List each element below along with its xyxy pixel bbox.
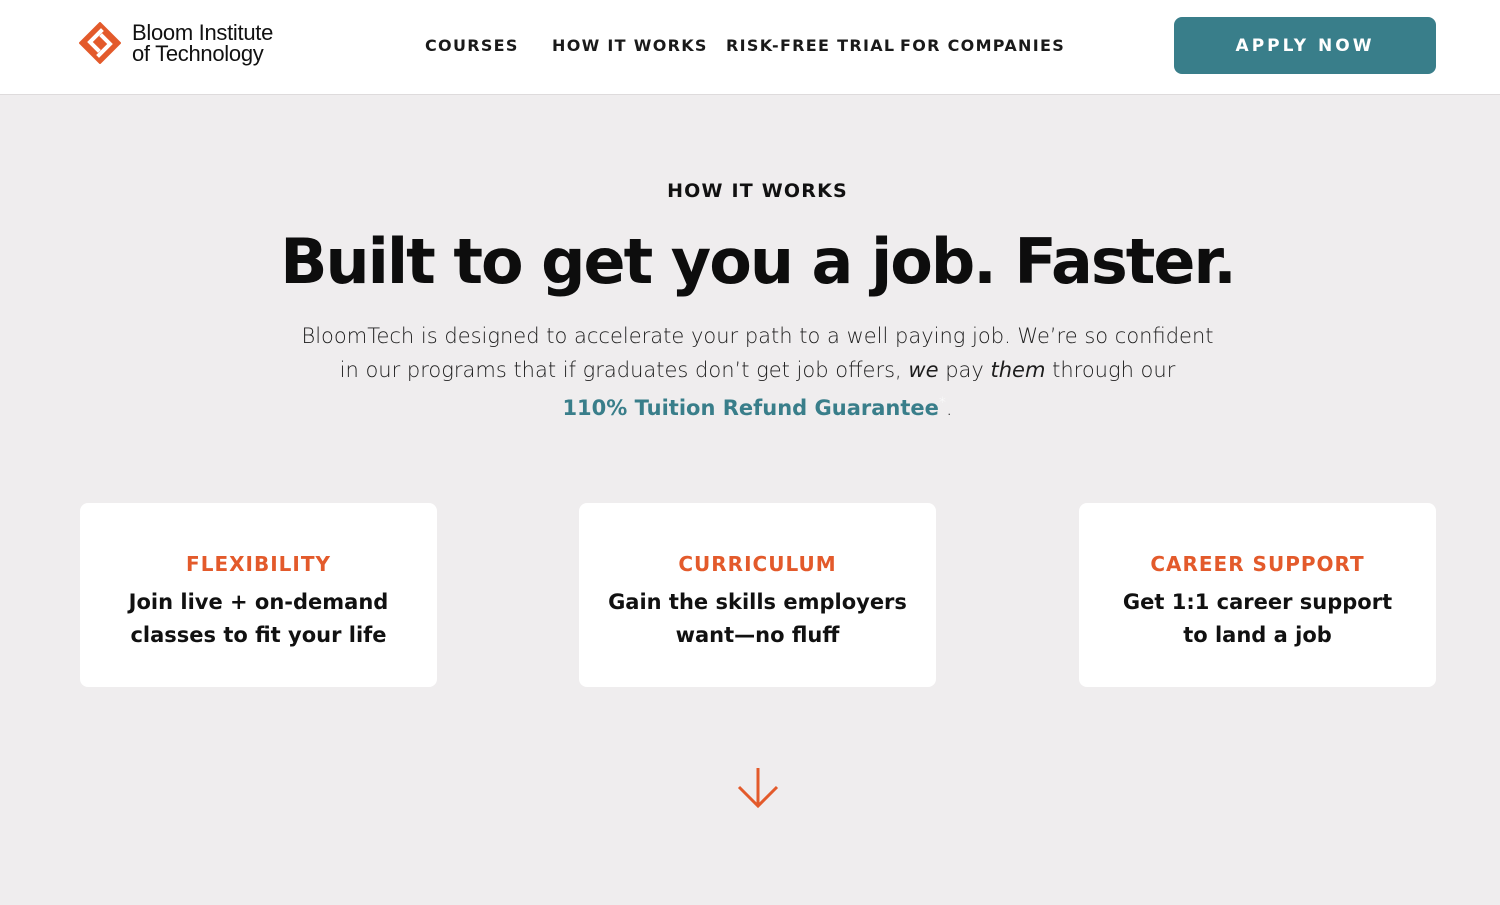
nav-for-companies[interactable]: FOR COMPANIES [900, 36, 1065, 55]
apply-now-button[interactable]: APPLY NOW [1174, 17, 1436, 74]
intro-them: them [990, 357, 1046, 382]
intro-text-2: through our [1045, 357, 1176, 382]
logo-line-1: Bloom Institute [132, 20, 274, 45]
intro-period: . [945, 396, 953, 420]
logo-link[interactable]: Bloom Institute of Technology [79, 20, 274, 66]
tuition-refund-guarantee-link[interactable]: 110% Tuition Refund Guarantee [562, 396, 938, 420]
card-title: CAREER SUPPORT [1150, 552, 1365, 576]
card-body: Join live + on-demand classes to fit you… [128, 590, 389, 647]
logo-wordmark: Bloom Institute of Technology [132, 20, 274, 66]
bloomtech-logo-icon [79, 22, 121, 64]
feature-card-career-support: CAREER SUPPORT Get 1:1 career support to… [1079, 503, 1436, 687]
section-eyebrow: HOW IT WORKS [667, 180, 848, 202]
nav-courses[interactable]: COURSES [425, 36, 519, 55]
nav-risk-free-trial[interactable]: RISK-FREE TRIAL [726, 36, 895, 55]
arrow-down-icon[interactable] [736, 766, 780, 810]
intro-we: we [908, 357, 939, 382]
card-title: CURRICULUM [678, 552, 837, 576]
page-headline: Built to get you a job. Faster. [280, 225, 1237, 298]
feature-card-flexibility: FLEXIBILITY Join live + on-demand classe… [80, 503, 437, 687]
logo-line-2: of Technology [132, 41, 264, 66]
card-body: Get 1:1 career support to land a job [1122, 590, 1393, 647]
intro-paragraph: BloomTech is designed to accelerate your… [300, 320, 1215, 426]
site-header: Bloom Institute of Technology COURSES HO… [0, 0, 1500, 95]
intro-pay: pay [938, 357, 991, 382]
feature-card-curriculum: CURRICULUM Gain the skills employers wan… [579, 503, 936, 687]
nav-how-it-works[interactable]: HOW IT WORKS [552, 36, 708, 55]
footnote-asterisk: * [938, 395, 946, 411]
card-body: Gain the skills employers want—no fluff [608, 590, 907, 647]
card-title: FLEXIBILITY [186, 552, 331, 576]
